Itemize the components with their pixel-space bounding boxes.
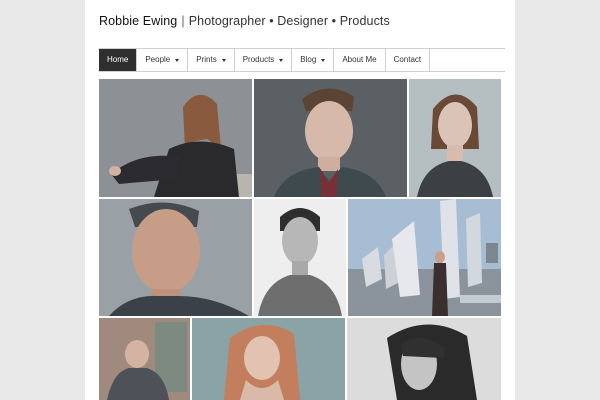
gallery-photo-young-man[interactable] xyxy=(254,79,407,197)
nav-label: Prints xyxy=(196,55,217,64)
nav-label: Blog xyxy=(300,55,317,64)
nav-label: Home xyxy=(107,55,129,64)
nav-item-blog[interactable]: Blog xyxy=(292,49,335,71)
gallery-photo-red-haired-woman[interactable] xyxy=(192,318,345,400)
nav-item-prints[interactable]: Prints xyxy=(188,49,235,71)
gallery-photo-woman-dark-hair[interactable] xyxy=(347,318,501,400)
site-name[interactable]: Robbie Ewing xyxy=(99,14,177,28)
gallery-photo-man-closeup[interactable] xyxy=(99,199,252,316)
site-tagline: Photographer • Designer • Products xyxy=(188,14,390,28)
gallery-photo-sculpture-outdoor[interactable] xyxy=(348,199,501,316)
nav-item-people[interactable]: People xyxy=(137,49,189,71)
page-container: Robbie Ewing | Photographer • Designer • P… xyxy=(85,0,515,400)
dropdown-caret-icon xyxy=(279,58,284,62)
nav-item-home[interactable]: Home xyxy=(99,49,138,71)
nav-label: Products xyxy=(242,55,275,64)
title-separator: | xyxy=(181,14,185,28)
gallery-photo-older-man-window[interactable] xyxy=(99,318,190,400)
main-nav: Home People Prints Products Blog About M… xyxy=(99,48,505,72)
gallery-photo-woman-leather-jacket[interactable] xyxy=(99,79,252,197)
dropdown-caret-icon xyxy=(221,58,226,62)
site-title[interactable]: Robbie Ewing | Photographer • Designer • P… xyxy=(99,14,390,28)
gallery-photo-woman-portrait[interactable] xyxy=(409,79,501,197)
photo-gallery xyxy=(99,79,501,400)
gallery-photo-man-studio[interactable] xyxy=(254,199,346,316)
nav-item-contact[interactable]: Contact xyxy=(386,49,431,71)
nav-label: People xyxy=(145,55,171,64)
nav-item-about-me[interactable]: About Me xyxy=(334,49,386,71)
nav-item-products[interactable]: Products xyxy=(235,49,293,71)
nav-label: About Me xyxy=(342,55,377,64)
dropdown-caret-icon xyxy=(321,58,326,62)
dropdown-caret-icon xyxy=(175,58,180,62)
nav-label: Contact xyxy=(393,55,422,64)
